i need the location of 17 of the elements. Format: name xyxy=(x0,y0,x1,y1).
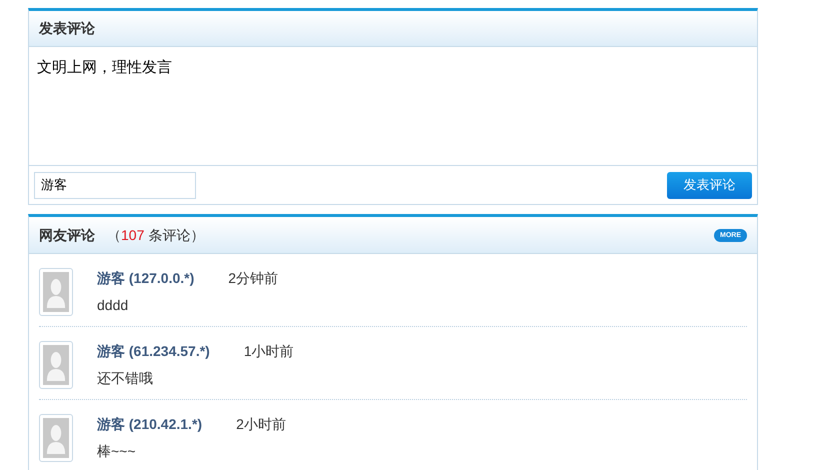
submit-button[interactable]: 发表评论 xyxy=(667,172,752,198)
comment-time: 2分钟前 xyxy=(228,269,278,288)
avatar-icon xyxy=(39,341,73,389)
comment-time: 2小时前 xyxy=(236,415,286,434)
comment-text: dddd xyxy=(97,296,130,315)
name-input-field[interactable]: 游客 xyxy=(34,172,196,198)
comment-author[interactable]: 游客 (61.234.57.*) xyxy=(97,341,210,362)
comment-author[interactable]: 游客 (210.42.1.*) xyxy=(97,414,202,435)
panel-title: 发表评论 xyxy=(39,19,95,38)
comment-time: 1小时前 xyxy=(244,342,294,361)
panel-title: 网友评论 xyxy=(39,226,95,244)
comment-text: 棒~~~ xyxy=(97,442,137,461)
comment-text: 还不错哦 xyxy=(97,369,154,388)
avatar-icon xyxy=(39,268,73,316)
avatar-icon xyxy=(39,414,73,462)
comment-author[interactable]: 游客 (127.0.0.*) xyxy=(97,268,194,289)
comment-count: （107 条评论） xyxy=(107,226,204,244)
